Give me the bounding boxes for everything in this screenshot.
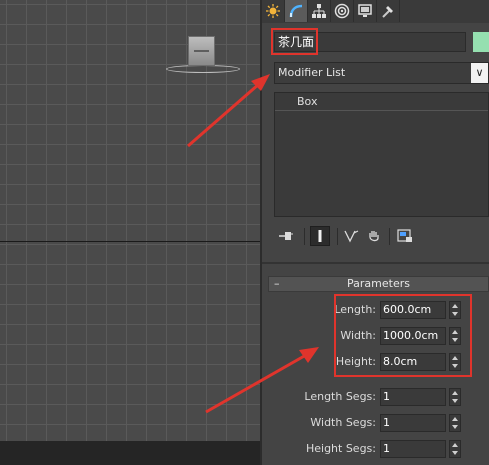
width-segs-field[interactable]: 1 bbox=[380, 414, 446, 432]
hand-icon bbox=[369, 231, 379, 242]
height-segs-label: Height Segs: bbox=[305, 442, 376, 455]
modifier-list-dropdown[interactable]: Modifier List ∨ bbox=[274, 62, 489, 84]
configure-sets-icon bbox=[397, 229, 412, 242]
height-segs-spinner[interactable] bbox=[449, 440, 461, 458]
tab-modify[interactable] bbox=[285, 0, 308, 22]
grid-home-axis bbox=[0, 241, 260, 242]
parameters-title: Parameters bbox=[347, 277, 410, 290]
parameters-rollout-header[interactable]: – Parameters bbox=[268, 276, 489, 292]
hierarchy-icon bbox=[312, 4, 326, 18]
hammer-icon bbox=[382, 6, 393, 18]
length-segs-spinner[interactable] bbox=[449, 388, 461, 406]
end-result-icon bbox=[318, 230, 322, 242]
param-row-length-segs: Length Segs: 1 bbox=[268, 387, 489, 409]
sun-icon bbox=[266, 4, 280, 18]
annotation-highlight-name bbox=[271, 28, 318, 55]
show-end-result-button[interactable] bbox=[310, 226, 330, 246]
modifier-list-label: Modifier List bbox=[278, 66, 346, 79]
make-unique-icon bbox=[344, 230, 359, 243]
tab-utilities[interactable] bbox=[377, 0, 400, 22]
box-object[interactable] bbox=[188, 36, 215, 66]
object-pivot-ring bbox=[166, 65, 240, 73]
modifier-stack[interactable]: Box bbox=[274, 92, 489, 217]
modify-arc-icon bbox=[289, 4, 303, 18]
tab-hierarchy[interactable] bbox=[308, 0, 331, 22]
height-segs-field[interactable]: 1 bbox=[380, 440, 446, 458]
motion-circle-icon bbox=[334, 3, 350, 19]
width-segs-label: Width Segs: bbox=[310, 416, 376, 429]
param-row-width-segs: Width Segs: 1 bbox=[268, 413, 489, 435]
tab-create[interactable] bbox=[262, 0, 285, 22]
command-panel-tabs bbox=[262, 0, 489, 23]
command-panel: 茶几面 Modifier List ∨ Box – Parameters Len… bbox=[262, 0, 489, 465]
rollout-divider bbox=[262, 262, 489, 264]
collapse-icon[interactable]: – bbox=[274, 277, 280, 291]
tab-display[interactable] bbox=[354, 0, 377, 22]
toolbar-divider bbox=[389, 228, 390, 245]
annotation-highlight-dimensions bbox=[334, 294, 472, 377]
toolbar-divider bbox=[304, 228, 305, 245]
stack-toolbar bbox=[274, 226, 489, 248]
pin-stack-button[interactable] bbox=[276, 226, 296, 246]
toolbar-divider bbox=[337, 228, 338, 245]
param-row-height-segs: Height Segs: 1 bbox=[268, 439, 489, 461]
length-segs-label: Length Segs: bbox=[304, 390, 376, 403]
viewport-perspective[interactable] bbox=[0, 0, 260, 465]
chevron-down-icon[interactable]: ∨ bbox=[471, 63, 488, 83]
viewport-status-bar bbox=[0, 441, 260, 465]
stack-item-box[interactable]: Box bbox=[275, 93, 488, 111]
object-color-swatch[interactable] bbox=[473, 32, 489, 52]
width-segs-spinner[interactable] bbox=[449, 414, 461, 432]
remove-modifier-button[interactable] bbox=[364, 226, 384, 246]
monitor-icon bbox=[358, 4, 372, 17]
length-segs-field[interactable]: 1 bbox=[380, 388, 446, 406]
tab-motion[interactable] bbox=[331, 0, 354, 22]
pin-icon bbox=[279, 232, 293, 240]
configure-modifier-sets-button[interactable] bbox=[394, 226, 416, 246]
make-unique-button[interactable] bbox=[342, 226, 362, 246]
